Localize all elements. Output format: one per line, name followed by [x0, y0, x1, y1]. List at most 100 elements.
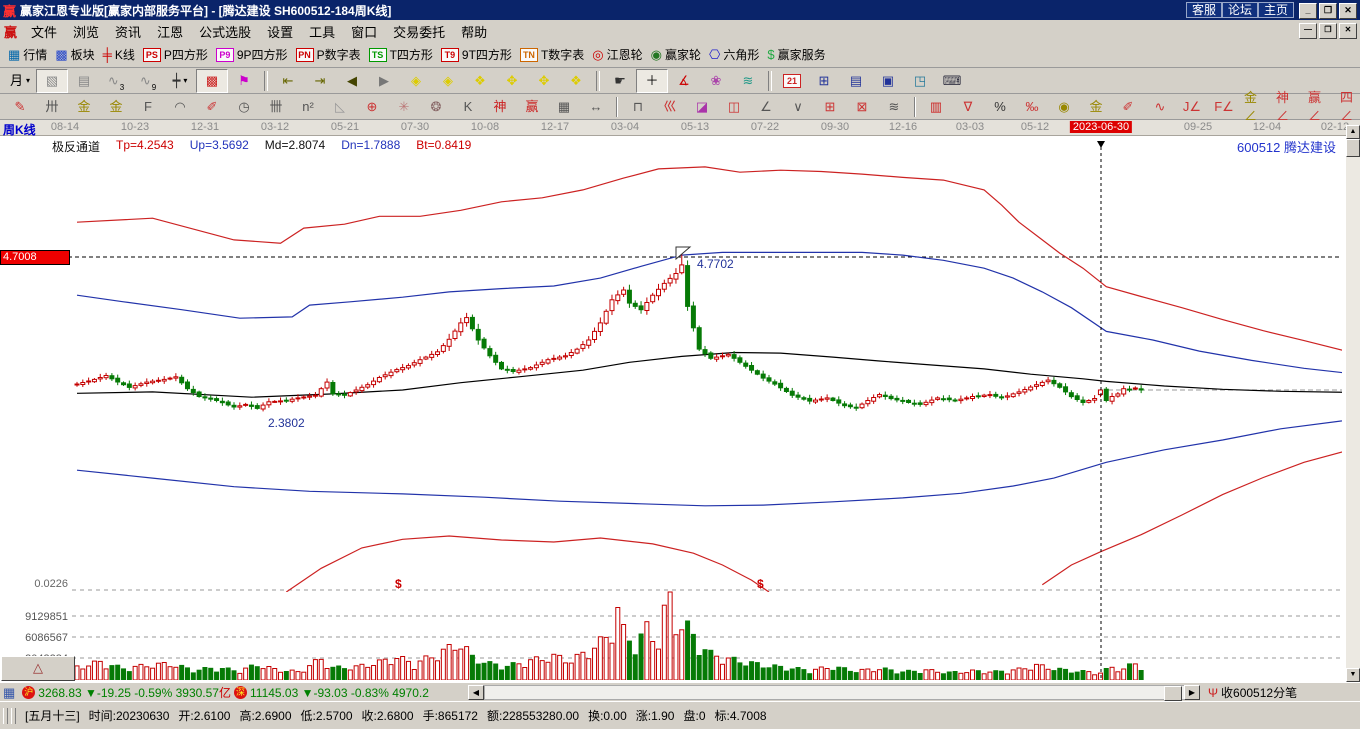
horizontal-scrollbar[interactable]: ◀ ▶ [468, 684, 1200, 701]
forum-button[interactable]: 论坛 [1221, 2, 1258, 18]
restore-button[interactable]: ❐ [1319, 2, 1337, 19]
vertical-scrollbar[interactable]: ▲ ▼ [1346, 125, 1360, 682]
color-chart-icon[interactable]: ⚑ [228, 69, 260, 93]
mdi-restore-button[interactable]: ❐ [1319, 23, 1337, 39]
golden-v-icon[interactable]: 金 [100, 95, 132, 119]
time-circle-icon[interactable]: ◷ [228, 95, 260, 119]
sectors-button[interactable]: ▩ 板块 [51, 43, 98, 67]
vline-icon[interactable]: ∨ [782, 95, 814, 119]
calculator-icon[interactable]: ⊞ [808, 69, 840, 93]
crosshair-tool-icon[interactable]: ＋ [636, 68, 668, 93]
brush2-icon[interactable]: ✐ [1112, 95, 1144, 119]
target-icon[interactable]: ⊕ [356, 95, 388, 119]
mdi-minimize-button[interactable]: — [1299, 23, 1317, 39]
tick-receiver-status[interactable]: Ψ 收600512分笔 [1208, 684, 1297, 701]
title-bar[interactable]: 赢 赢家江恩专业版[赢家内部服务平台] - [腾达建设 SH600512-184… [0, 0, 1360, 20]
scroll-down-arrow[interactable]: ▼ [1346, 668, 1360, 682]
golden-h-icon[interactable]: 金 [68, 95, 100, 119]
angle-icon[interactable]: ◺ [324, 95, 356, 119]
pen-tool-icon[interactable]: ✎ [4, 95, 36, 119]
percent-icon[interactable]: % [984, 95, 1016, 119]
chart-area[interactable]: 08-14 10-23 12-31 03-12 05-21 07-30 10-08 12-17… [0, 120, 1360, 682]
expand-h-icon[interactable]: ❖ [464, 69, 496, 93]
menu-item-浏览[interactable]: 浏览 [65, 20, 107, 43]
compress-right-icon[interactable]: ◈ [432, 69, 464, 93]
grid4-icon[interactable]: ⊠ [846, 95, 878, 119]
first-page-icon[interactable]: ⇤ [272, 69, 304, 93]
save-icon[interactable]: ▣ [872, 69, 904, 93]
hand-tool-icon[interactable]: ☛ [604, 69, 636, 93]
memo-icon[interactable]: ▤ [840, 69, 872, 93]
grid3-icon[interactable]: ⊞ [814, 95, 846, 119]
win-icon[interactable]: 赢 [516, 95, 548, 119]
stats-icon[interactable]: ▥ [920, 95, 952, 119]
grid-count-icon[interactable]: 卌 [260, 95, 292, 119]
winner-service-button[interactable]: $ 赢家服务 [763, 43, 829, 67]
p9-square-button[interactable]: P9 9P四方形 [212, 43, 292, 67]
quote-table-icon[interactable]: ▦ [3, 685, 15, 701]
candlestick-chart[interactable]: 4.77022.38020.0226912985160865673043284$… [0, 135, 1342, 680]
scroll-right-arrow[interactable]: ▶ [1184, 685, 1200, 700]
gann-wheel-button[interactable]: ◎ 江恩轮 [588, 43, 646, 67]
rays-icon[interactable]: 巛 [654, 95, 686, 119]
angle-shen-icon[interactable]: 神∠ [1272, 90, 1304, 123]
angle-win-icon[interactable]: 赢∠ [1304, 90, 1336, 123]
menu-item-工具[interactable]: 工具 [301, 20, 343, 43]
angle-j-icon[interactable]: J∠ [1176, 95, 1208, 119]
starburst-icon[interactable]: ✳ [388, 95, 420, 119]
menu-item-窗口[interactable]: 窗口 [343, 20, 385, 43]
t9-square-button[interactable]: T9 9T四方形 [437, 43, 516, 67]
p-square-button[interactable]: PS P四方形 [139, 43, 212, 67]
angle-four-icon[interactable]: 四∠ [1336, 90, 1360, 123]
horizontal-scroll-thumb[interactable] [1164, 686, 1182, 701]
t-square-button[interactable]: TS T四方形 [365, 43, 437, 67]
next-page-icon[interactable]: ▶ [368, 69, 400, 93]
home-button[interactable]: 主页 [1257, 2, 1294, 18]
scroll-up-arrow[interactable]: ▲ [1346, 125, 1360, 139]
print-icon[interactable]: ⌨ [936, 69, 968, 93]
mini-chart3-icon[interactable]: ∿ 3 [100, 69, 132, 93]
gold-circle-icon[interactable]: ◉ [1048, 95, 1080, 119]
p-number-button[interactable]: PN P数字表 [292, 43, 365, 67]
menu-item-公式选股[interactable]: 公式选股 [191, 20, 259, 43]
menu-item-资讯[interactable]: 资讯 [107, 20, 149, 43]
winner-wheel-button[interactable]: ◉ 赢家轮 [647, 43, 705, 67]
scroll-left-arrow[interactable]: ◀ [468, 685, 484, 700]
mdi-close-button[interactable]: ✕ [1339, 23, 1357, 39]
close-button[interactable]: ✕ [1339, 2, 1357, 19]
indicator-toggle-button[interactable]: △ [1, 656, 75, 681]
zoom-pattern-icon[interactable]: ▩ [196, 68, 228, 93]
candle-style-icon[interactable]: ┿ ▾ [164, 69, 196, 93]
web-icon[interactable]: ❂ [420, 95, 452, 119]
period-month-button[interactable]: 月 ▾ [4, 69, 36, 93]
pitchfork-icon[interactable]: ∿ [1144, 95, 1176, 119]
gold-level-icon[interactable]: 金 [1080, 95, 1112, 119]
menu-item-江恩[interactable]: 江恩 [149, 20, 191, 43]
arc-icon[interactable]: ◠ [164, 95, 196, 119]
prev-page-icon[interactable]: ◀ [336, 69, 368, 93]
time-cycle-icon[interactable]: ❀ [700, 69, 732, 93]
expand-all-icon[interactable]: ❖ [560, 69, 592, 93]
angle-gold-icon[interactable]: 金∠ [1240, 90, 1272, 123]
gann-hline-icon[interactable]: 卅 [36, 95, 68, 119]
kline-button[interactable]: ╪ K线 [99, 43, 139, 67]
last-page-icon[interactable]: ⇥ [304, 69, 336, 93]
trend-line-icon[interactable]: ∠ [750, 95, 782, 119]
menu-item-设置[interactable]: 设置 [259, 20, 301, 43]
f10-info-icon[interactable]: ▤ [68, 69, 100, 93]
angle-f-icon[interactable]: F∠ [1208, 95, 1240, 119]
span-icon[interactable]: ↔ [580, 95, 612, 119]
hexagon-button[interactable]: ⎔ 六角形 [705, 43, 763, 67]
fib-icon[interactable]: F [132, 95, 164, 119]
service-button[interactable]: 客服 [1185, 2, 1222, 18]
menu-item-帮助[interactable]: 帮助 [453, 20, 495, 43]
layout-icon[interactable]: ▧ [36, 68, 68, 93]
wave-tool-icon[interactable]: ≋ [732, 69, 764, 93]
mini-chart9-icon[interactable]: ∿ 9 [132, 69, 164, 93]
parallel-icon[interactable]: ≋ [878, 95, 910, 119]
fan1-icon[interactable]: ◪ [686, 95, 718, 119]
box-tool-icon[interactable]: ⊓ [622, 95, 654, 119]
menu-item-交易委托[interactable]: 交易委托 [385, 20, 453, 43]
grid2-icon[interactable]: ▦ [548, 95, 580, 119]
angle-measure-icon[interactable]: ∡ [668, 69, 700, 93]
